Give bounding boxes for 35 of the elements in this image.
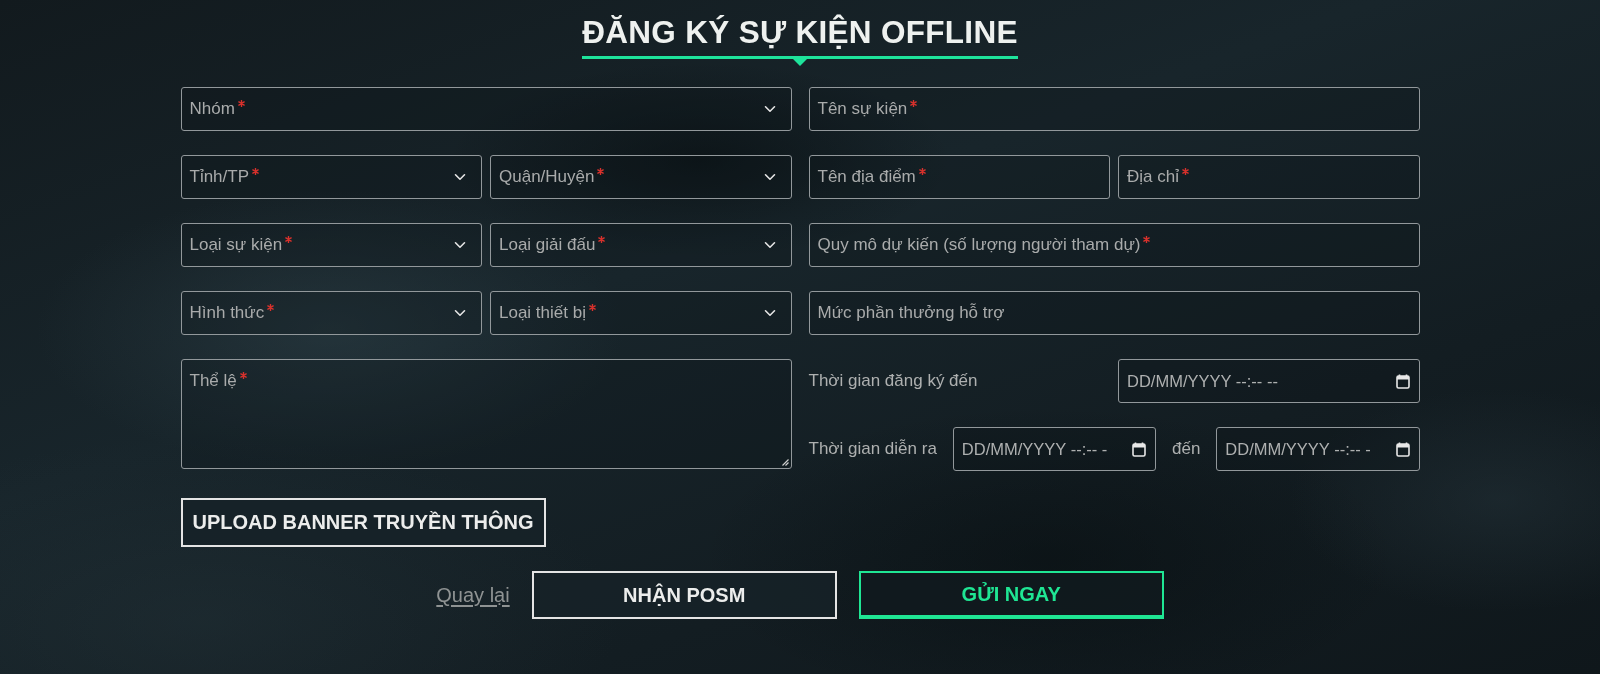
text-field[interactable]: Mức phần thưởng hỗ trợ: [808, 291, 1420, 335]
select-field[interactable]: Hình thức: [180, 291, 482, 335]
chevron-down-icon: [454, 173, 466, 181]
chevron-down-icon: [454, 309, 466, 317]
back-link[interactable]: Quay lại: [436, 583, 510, 607]
select-field[interactable]: Loại sự kiện: [180, 223, 482, 267]
submit-button[interactable]: GỬI NGAY: [858, 571, 1164, 619]
select-field[interactable]: Loại thiết bị: [490, 291, 792, 335]
chevron-down-icon: [763, 309, 776, 317]
chevron-down-icon: [763, 241, 776, 249]
textarea-field[interactable]: Thể lệ: [180, 359, 792, 469]
select-field[interactable]: Nhóm: [180, 87, 792, 131]
resize-handle-icon: [780, 458, 789, 466]
range-separator: đến: [1172, 439, 1201, 459]
text-field[interactable]: Tên địa điểm: [808, 155, 1110, 199]
datetime-field[interactable]: DD/MM/YYYY --:-- --: [1118, 359, 1420, 403]
field-label: Thời gian đăng ký đến: [808, 371, 978, 391]
select-field[interactable]: Loại giải đấu: [490, 223, 792, 267]
chevron-down-icon: [763, 173, 776, 181]
chevron-down-icon: [454, 241, 466, 249]
datetime-field[interactable]: DD/MM/YYYY --:-- -: [1216, 427, 1420, 471]
text-field[interactable]: Quy mô dự kiến (số lượng người tham dự): [808, 223, 1420, 267]
text-field[interactable]: Địa chỉ: [1118, 155, 1420, 199]
page-title: ĐĂNG KÝ SỰ KIỆN OFFLINE: [582, 13, 1018, 52]
calendar-icon: [1395, 373, 1410, 389]
text-field[interactable]: Tên sự kiện: [808, 87, 1420, 131]
select-field[interactable]: Quận/Huyện: [490, 155, 792, 199]
select-field[interactable]: Tỉnh/TP: [180, 155, 482, 199]
calendar-icon: [1395, 441, 1410, 457]
datetime-field[interactable]: DD/MM/YYYY --:-- -: [952, 427, 1156, 471]
upload-button[interactable]: UPLOAD BANNER TRUYỀN THÔNG: [180, 498, 546, 547]
chevron-down-icon: [763, 105, 776, 113]
field-label: Thời gian diễn ra: [808, 439, 937, 459]
secondary-button[interactable]: NHẬN POSM: [531, 571, 837, 619]
calendar-icon: [1132, 441, 1146, 457]
